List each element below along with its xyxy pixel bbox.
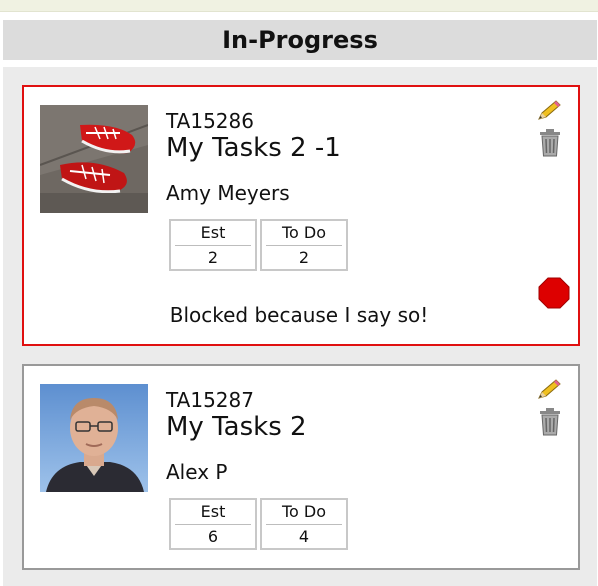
avatar <box>40 105 148 213</box>
column-title: In-Progress <box>222 26 378 54</box>
top-strip <box>0 0 598 12</box>
todo-label: To Do <box>266 500 342 525</box>
trash-icon[interactable] <box>538 408 562 436</box>
estimate-value: 6 <box>207 527 219 546</box>
estimate-value: 2 <box>207 248 219 267</box>
task-owner: Alex P <box>166 460 228 484</box>
task-card[interactable]: TA15287 My Tasks 2 Alex P Est 6 To Do 4 <box>22 364 580 570</box>
task-id: TA15286 <box>166 109 254 133</box>
todo-value: 4 <box>298 527 310 546</box>
pencil-icon[interactable] <box>536 378 562 402</box>
todo-box: To Do 2 <box>260 219 348 271</box>
todo-value: 2 <box>298 248 310 267</box>
todo-label: To Do <box>266 221 342 246</box>
estimate-label: Est <box>175 500 251 525</box>
estimate-box: Est 2 <box>169 219 257 271</box>
estimate-label: Est <box>175 221 251 246</box>
column-header: In-Progress <box>3 20 597 60</box>
task-title[interactable]: My Tasks 2 <box>166 412 307 442</box>
task-owner: Amy Meyers <box>166 181 290 205</box>
task-title[interactable]: My Tasks 2 -1 <box>166 133 341 163</box>
pencil-icon[interactable] <box>536 99 562 123</box>
trash-icon[interactable] <box>538 129 562 157</box>
avatar <box>40 384 148 492</box>
task-card[interactable]: TA15286 My Tasks 2 -1 Amy Meyers Est 2 T… <box>22 85 580 346</box>
task-id: TA15287 <box>166 388 254 412</box>
todo-box: To Do 4 <box>260 498 348 550</box>
estimate-box: Est 6 <box>169 498 257 550</box>
blocked-reason: Blocked because I say so! <box>169 303 429 327</box>
